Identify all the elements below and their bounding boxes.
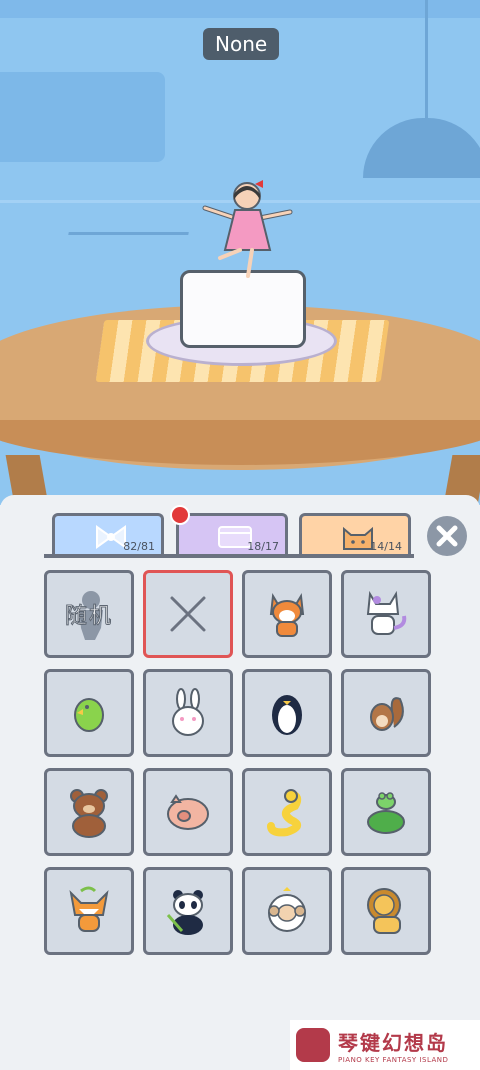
watermark: 琴键幻想岛 PIANO KEY FANTASY ISLAND bbox=[290, 1020, 480, 1070]
close-icon bbox=[436, 525, 458, 547]
grid-item-penguin[interactable] bbox=[242, 669, 332, 757]
watermark-title: 琴键幻想岛 bbox=[338, 1030, 448, 1055]
grid-item-rabbit[interactable] bbox=[143, 669, 233, 757]
grid-item-turtle[interactable] bbox=[341, 768, 431, 856]
grid-item-lion[interactable] bbox=[341, 867, 431, 955]
random-label: 随机 bbox=[64, 604, 113, 630]
grid-item-none[interactable] bbox=[143, 570, 233, 658]
grid-item-parrot[interactable] bbox=[44, 669, 134, 757]
tab-animals-count: 14/14 bbox=[370, 540, 402, 553]
tab-divider bbox=[44, 554, 414, 558]
grid-item-cat[interactable] bbox=[341, 570, 431, 658]
lamp-cord bbox=[425, 0, 428, 125]
grid-item-sheep[interactable] bbox=[242, 867, 332, 955]
rabbit-icon bbox=[172, 688, 204, 736]
squirrel-icon bbox=[370, 697, 404, 731]
bear-icon bbox=[70, 789, 108, 838]
grid-item-fox[interactable] bbox=[44, 867, 134, 955]
selected-name-badge: None bbox=[203, 28, 280, 60]
tab-bow-count: 82/81 bbox=[123, 540, 155, 553]
table-edge bbox=[0, 420, 480, 465]
grid-item-panda[interactable] bbox=[143, 867, 233, 955]
pig-icon bbox=[167, 794, 209, 830]
lion-icon bbox=[367, 888, 401, 934]
background-window bbox=[0, 72, 165, 162]
snake-icon bbox=[267, 789, 302, 837]
panda-icon bbox=[166, 890, 203, 935]
notification-dot bbox=[170, 505, 190, 525]
grid-item-pig[interactable] bbox=[143, 768, 233, 856]
fox-icon bbox=[69, 886, 109, 932]
tab-box-count: 18/17 bbox=[247, 540, 279, 553]
grid-item-shiba[interactable] bbox=[242, 570, 332, 658]
watermark-logo-icon bbox=[296, 1028, 330, 1062]
ceiling-lamp bbox=[363, 118, 480, 178]
dancing-girl-icon[interactable] bbox=[200, 178, 295, 278]
x-icon bbox=[170, 596, 206, 632]
ceiling-band bbox=[0, 0, 480, 18]
hanger-decoration bbox=[61, 232, 189, 275]
turtle-frog-icon bbox=[367, 792, 405, 834]
shiba-dog-icon bbox=[269, 592, 305, 637]
cat-icon bbox=[366, 590, 407, 635]
grid-item-bear[interactable] bbox=[44, 768, 134, 856]
grid-item-snake[interactable] bbox=[242, 768, 332, 856]
tab-bow[interactable]: 82/81 bbox=[52, 513, 164, 555]
grid-item-random[interactable]: 随机 bbox=[44, 570, 134, 658]
close-button[interactable] bbox=[427, 516, 467, 556]
tab-box[interactable]: 18/17 bbox=[176, 513, 288, 555]
sheep-icon bbox=[268, 887, 306, 932]
tofu-block[interactable] bbox=[180, 270, 306, 348]
watermark-subtitle: PIANO KEY FANTASY ISLAND bbox=[338, 1055, 449, 1064]
grid-item-squirrel[interactable] bbox=[341, 669, 431, 757]
tab-animals[interactable]: 14/14 bbox=[299, 513, 411, 555]
animal-grid: 随机 bbox=[44, 570, 436, 955]
parrot-icon bbox=[74, 698, 104, 732]
penguin-icon bbox=[272, 695, 302, 735]
game-scene: None bbox=[0, 0, 480, 505]
